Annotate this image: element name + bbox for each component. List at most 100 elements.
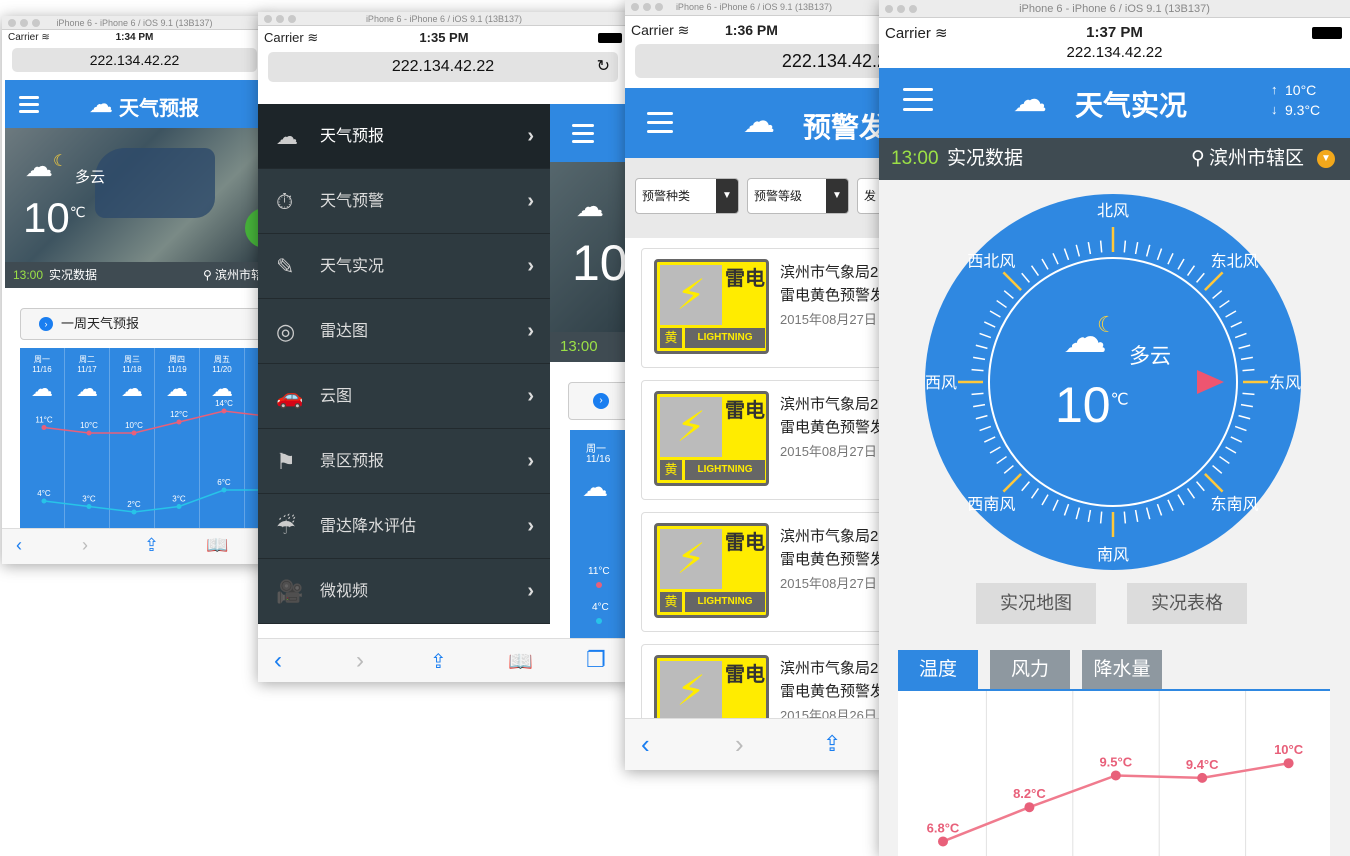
temperature-chart: 6.8°C 8.2°C 9.5°C 9.4°C 10°C <box>898 691 1330 856</box>
url-text: 222.134.42.22 <box>89 52 180 68</box>
menu-item[interactable]: ◎ 雷达图 › <box>258 299 550 364</box>
location-label[interactable]: 滨州市辖区 <box>1209 138 1304 180</box>
address-bar[interactable]: 222.134.42.22 <box>879 44 1350 64</box>
lightning-yellow-sign-icon: ⚡雷电黄LIGHTNING <box>654 259 769 354</box>
clock: 1:36 PM <box>725 22 778 38</box>
simulator-title: iPhone 6 - iPhone 6 / iOS 9.1 (13B137) <box>56 18 213 28</box>
weekly-forecast-button[interactable]: › 一周天气预报 <box>20 308 267 340</box>
tab-precipitation[interactable]: 降水量 <box>1082 650 1162 690</box>
filter-type-select[interactable]: 预警种类 ▼ <box>635 178 739 214</box>
simulator-title: iPhone 6 - iPhone 6 / iOS 9.1 (13B137) <box>365 14 523 24</box>
share-icon[interactable]: ⇪ <box>430 649 447 674</box>
low-temp-point <box>131 509 137 515</box>
obs-table-button[interactable]: 实况表格 <box>1127 583 1247 624</box>
reload-icon[interactable]: ↻ <box>597 52 610 82</box>
temperature-point[interactable] <box>1197 772 1208 783</box>
browser-toolbar: ‹ › ⇪ 📖 ❐ <box>258 638 630 682</box>
location-dropdown-icon[interactable]: ▼ <box>1317 150 1335 168</box>
address-bar[interactable]: 222.134.42.22 <box>12 48 257 72</box>
menu-item[interactable]: ✎ 天气实况 › <box>258 234 550 299</box>
bookmarks-icon[interactable]: 📖 <box>206 535 228 556</box>
tabs-icon[interactable]: ❐ <box>586 647 606 673</box>
dropdown-arrow-icon: ▼ <box>826 179 848 213</box>
alert-card[interactable]: ⚡ 雷电黄 LIGHTNING 滨州市气象局2 雷电黄色预警发 2015年08月27日 <box>641 512 883 632</box>
bookmarks-icon[interactable]: 📖 <box>508 649 533 674</box>
menu-icon[interactable] <box>647 112 673 133</box>
obs-label: 实况数据 <box>49 268 98 282</box>
share-icon[interactable]: ⇪ <box>144 535 159 556</box>
chevron-right-icon: › <box>527 125 534 147</box>
share-icon[interactable]: ⇪ <box>823 731 841 757</box>
compass-label-ne: 东北风 <box>1211 252 1259 270</box>
peek-temp: 10 <box>572 235 628 291</box>
high-temp-label: 12°C <box>170 410 188 419</box>
peek-chart: 周一 11/16 ☁ 11°C 4°C <box>570 430 630 650</box>
low-temp-point <box>221 487 227 493</box>
peek-cloud-icon: ☁ <box>582 472 608 502</box>
status-bar: Carrier ≋ 1:37 PM <box>879 24 1350 42</box>
lightning-yellow-sign-icon: ⚡雷电黄LIGHTNING <box>654 523 769 618</box>
back-icon[interactable]: ‹ <box>16 535 22 556</box>
peek-menu-icon[interactable] <box>572 124 594 143</box>
filter-level-select[interactable]: 预警等级 ▼ <box>747 178 849 214</box>
forward-icon[interactable]: › <box>356 647 364 675</box>
tab-wind[interactable]: 风力 <box>990 650 1070 690</box>
weather-text: 多云 <box>75 169 106 186</box>
peek-weekly-button[interactable]: › <box>568 382 630 420</box>
forward-icon[interactable]: › <box>735 729 744 760</box>
filter-bar: 预警种类 ▼ 预警等级 ▼ 发 <box>625 158 883 238</box>
partly-cloudy-icon: ☁☾ <box>25 151 68 182</box>
temperature-point[interactable] <box>1283 758 1294 769</box>
sign-lei-text: 雷电 <box>725 529 765 589</box>
menu-icon[interactable] <box>903 88 933 111</box>
menu-icon[interactable] <box>19 96 39 113</box>
temperature-point[interactable] <box>1024 802 1035 813</box>
menu-item[interactable]: ☔ 雷达降水评估 › <box>258 494 550 559</box>
window-controls[interactable] <box>8 19 44 33</box>
location-label[interactable]: 滨州市辖 <box>215 262 263 288</box>
simulator-window-1: iPhone 6 - iPhone 6 / iOS 9.1 (13B137) C… <box>2 16 267 564</box>
window-controls[interactable] <box>631 3 667 17</box>
temperature-point[interactable] <box>1110 770 1121 781</box>
alert-card[interactable]: ⚡ 雷电黄 LIGHTNING 滨州市气象局2 雷电黄色预警发 2015年08月27日 <box>641 380 883 500</box>
high-temp-label: 14°C <box>215 399 233 408</box>
simulator-window-2: iPhone 6 - iPhone 6 / iOS 9.1 (13B137) C… <box>258 12 630 682</box>
obs-map-button[interactable]: 实况地图 <box>976 583 1096 624</box>
menu-item-label: 雷达降水评估 <box>320 518 417 535</box>
back-icon[interactable]: ‹ <box>274 647 282 675</box>
compass-weather: 多云 <box>1129 345 1171 368</box>
menu-item-label: 景区预报 <box>320 453 385 470</box>
low-temp-label: 6°C <box>217 478 231 487</box>
low-temp-label: 3°C <box>82 495 96 504</box>
address-bar[interactable]: 222.134.42.2 <box>635 44 883 78</box>
low-temp-point <box>41 498 47 504</box>
low-temp-point <box>86 504 92 509</box>
address-bar[interactable]: 222.134.42.22 ↻ <box>268 52 618 82</box>
menu-item-label: 雷达图 <box>320 323 369 340</box>
menu-item[interactable]: ⚑ 景区预报 › <box>258 429 550 494</box>
high-temp-point <box>221 408 227 414</box>
window-controls[interactable] <box>885 5 921 23</box>
clock: 1:35 PM <box>419 30 469 45</box>
temperature-point[interactable] <box>938 836 948 847</box>
browser-toolbar: ‹ › ⇪ 📖 <box>2 528 267 564</box>
alert-card[interactable]: ⚡ 雷电黄 LIGHTNING 滨州市气象局2 雷电黄色预警发 2015年08月27日 <box>641 248 883 368</box>
sign-lightning-text: LIGHTNING <box>685 592 765 612</box>
menu-item[interactable]: 🎥 微视频 › <box>258 559 550 624</box>
peek-content: ☁ 10 13:00 › 周一 11/16 ☁ 11°C 4°C <box>550 104 630 650</box>
forward-icon[interactable]: › <box>82 535 88 556</box>
menu-item[interactable]: ⏱ 天气预警 › <box>258 169 550 234</box>
compass-label-n: 北风 <box>1097 202 1129 220</box>
menu-item[interactable]: ☁ 天气预报 › <box>258 104 550 169</box>
compass-minor-tick <box>1123 240 1127 253</box>
tab-temperature[interactable]: 温度 <box>898 650 978 690</box>
window-controls[interactable] <box>264 15 300 29</box>
menu-item[interactable]: 🚗 云图 › <box>258 364 550 429</box>
radar-icon: ◎ <box>276 319 296 344</box>
tab-wind-label: 风力 <box>1010 659 1049 680</box>
car-icon: 🚗 <box>276 384 304 409</box>
temperature-value-label: 8.2°C <box>1013 786 1046 801</box>
peek-high: 11°C <box>588 566 610 577</box>
page-title: 预警发 <box>803 112 883 143</box>
back-icon[interactable]: ‹ <box>641 729 650 760</box>
